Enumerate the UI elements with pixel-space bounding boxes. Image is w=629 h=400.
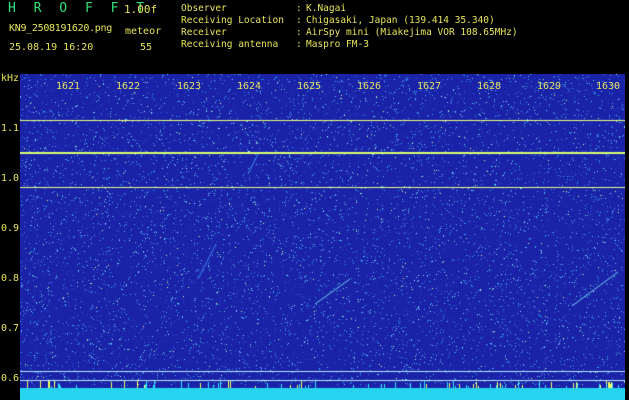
y-tick-label: 0.7 — [1, 323, 20, 334]
y-axis-unit: kHz — [1, 73, 20, 84]
info-value-receiver: AirSpy mini (Miakejima VOR 108.65MHz) — [306, 27, 518, 38]
x-tick-label: 1627 — [417, 81, 442, 92]
y-tick-label: 1.1 — [1, 123, 20, 134]
info-value-location: Chigasaki, Japan (139.414 35.340) — [306, 15, 495, 26]
x-tick-label: 1628 — [477, 81, 502, 92]
y-tick-label: 0.9 — [1, 223, 20, 234]
y-tick-label: 0.8 — [1, 273, 20, 284]
spectrogram-canvas — [20, 74, 625, 400]
y-tick-label: 0.6 — [1, 373, 20, 384]
x-tick-label: 1630 — [596, 81, 621, 92]
meteor-label: meteor — [125, 26, 162, 37]
meteor-count: 55 — [140, 42, 153, 53]
info-label-receiver: Receiver — [181, 27, 227, 38]
x-tick-label: 1624 — [237, 81, 262, 92]
filename-label: KN9_2508191620.png — [9, 23, 112, 34]
x-tick-label: 1623 — [177, 81, 202, 92]
info-colon: : — [296, 39, 302, 50]
datetime-label: 25.08.19 16:20 — [9, 42, 94, 53]
info-colon: : — [296, 3, 302, 14]
info-colon: : — [296, 15, 302, 26]
info-label-antenna: Receiving antenna — [181, 39, 279, 50]
version-label: 1.00f — [124, 3, 158, 16]
info-label-observer: Observer — [181, 3, 227, 14]
x-tick-label: 1622 — [116, 81, 141, 92]
x-tick-label: 1626 — [357, 81, 382, 92]
x-tick-label: 1621 — [56, 81, 81, 92]
y-tick-label: 1.0 — [1, 173, 20, 184]
info-colon: : — [296, 27, 302, 38]
info-value-antenna: Maspro FM-3 — [306, 39, 369, 50]
x-tick-label: 1625 — [297, 81, 322, 92]
x-tick-label: 1629 — [537, 81, 562, 92]
info-value-observer: K.Nagai — [306, 3, 347, 14]
info-label-location: Receiving Location — [181, 15, 284, 26]
